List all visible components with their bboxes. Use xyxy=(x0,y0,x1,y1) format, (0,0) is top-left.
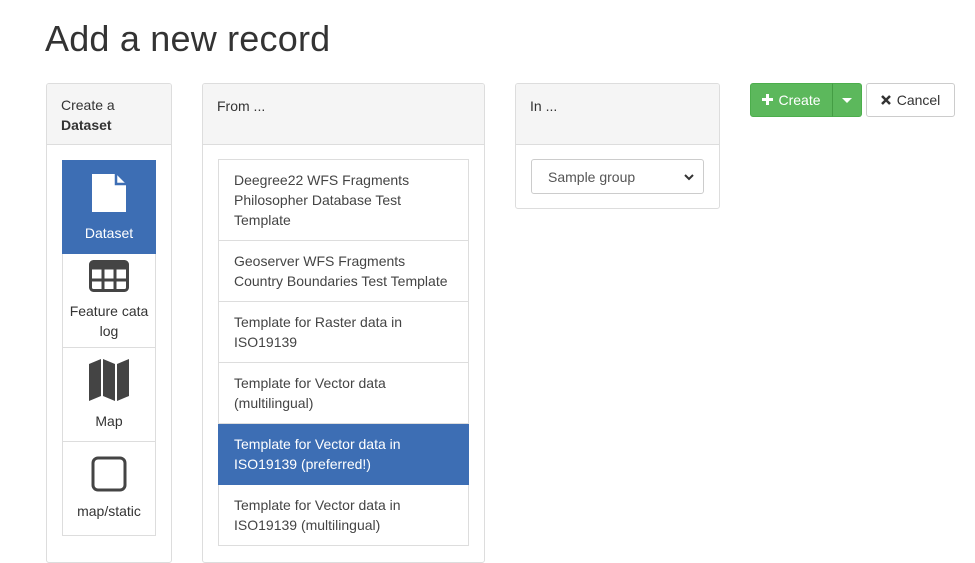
group-panel-heading: In ... xyxy=(516,84,719,145)
record-type-list: Dataset Feature catalog Map map/static xyxy=(62,160,156,536)
create-button[interactable]: Create xyxy=(750,83,833,117)
template-item[interactable]: Template for Vector data in ISO19139 (mu… xyxy=(218,485,469,546)
map-icon xyxy=(88,358,130,407)
type-item-dataset[interactable]: Dataset xyxy=(62,160,156,254)
square-icon xyxy=(91,456,127,497)
plus-icon xyxy=(762,92,774,108)
record-type-heading-prefix: Create a xyxy=(61,97,115,113)
type-item-feature-catalog[interactable]: Feature catalog xyxy=(62,254,156,348)
template-item[interactable]: Geoserver WFS Fragments Country Boundari… xyxy=(218,241,469,302)
cancel-button[interactable]: Cancel xyxy=(866,83,955,117)
chevron-down-icon xyxy=(683,170,695,186)
record-type-panel: Create a Dataset Dataset Feature catalog… xyxy=(46,83,172,563)
template-item[interactable]: Template for Raster data in ISO19139 xyxy=(218,302,469,363)
cancel-button-label: Cancel xyxy=(896,92,941,108)
type-item-label: Feature catalog xyxy=(69,303,149,339)
type-item-label: Map xyxy=(95,413,123,429)
template-panel-heading: From ... xyxy=(203,84,484,145)
record-type-heading: Create a Dataset xyxy=(47,84,171,145)
template-item[interactable]: Template for Vector data (multilingual) xyxy=(218,363,469,424)
close-icon xyxy=(880,92,891,108)
file-icon xyxy=(90,172,128,219)
template-panel: From ... Deegree22 WFS Fragments Philoso… xyxy=(202,83,485,563)
table-icon xyxy=(89,260,129,297)
type-item-map-static[interactable]: map/static xyxy=(62,442,156,536)
template-list: Deegree22 WFS Fragments Philosopher Data… xyxy=(218,159,469,546)
template-item[interactable]: Deegree22 WFS Fragments Philosopher Data… xyxy=(218,159,469,241)
caret-down-icon xyxy=(842,91,852,109)
group-select-value: Sample group xyxy=(548,168,636,185)
template-item-selected[interactable]: Template for Vector data in ISO19139 (pr… xyxy=(218,424,469,485)
type-item-label: Dataset xyxy=(84,224,134,241)
group-select[interactable]: Sample group xyxy=(531,159,704,194)
record-type-heading-selected: Dataset xyxy=(61,117,112,133)
type-item-label: map/static xyxy=(77,503,141,519)
create-button-label: Create xyxy=(778,92,821,108)
page-title: Add a new record xyxy=(45,18,331,59)
group-panel: In ... Sample group xyxy=(515,83,720,209)
type-item-map[interactable]: Map xyxy=(62,348,156,442)
create-options-dropdown[interactable] xyxy=(832,83,862,117)
